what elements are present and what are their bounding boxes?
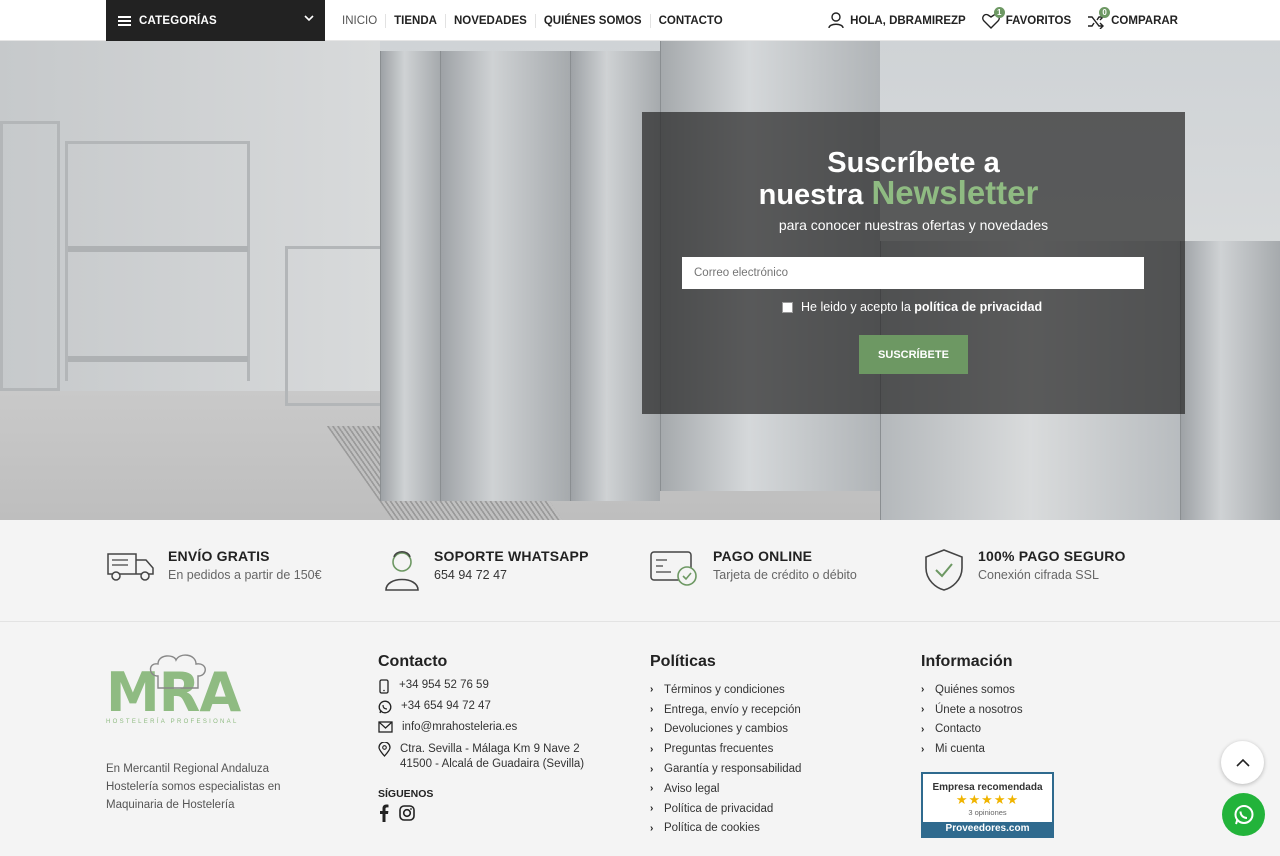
hero-banner: Suscríbete a nuestra Newsletter para con… [0, 41, 1280, 520]
info-list: › Quiénes somos › Únete a nosotros › Contac… [921, 680, 1023, 759]
policy-link[interactable]: › Devoluciones y cambios [650, 720, 801, 740]
account-label: HOLA, DBRAMIREZP [850, 14, 966, 27]
nav-novedades[interactable]: NOVEDADES [444, 13, 535, 28]
favorites-link[interactable]: 1 FAVORITOS [981, 6, 1072, 29]
compare-count-badge: 0 [1099, 6, 1111, 18]
account-link[interactable]: HOLA, DBRAMIREZP [828, 12, 966, 29]
policy-link[interactable]: › Garantía y responsabilidad [650, 759, 801, 779]
site-header: CATEGORÍAS INICIO TIENDA NOVEDADES QUIÉN… [0, 0, 1280, 41]
policy-link[interactable]: › Política de cookies [650, 819, 801, 839]
contact-phone[interactable]: +34 954 52 76 59 [378, 679, 584, 700]
main-nav: INICIO TIENDA NOVEDADES QUIÉNES SOMOS CO… [334, 0, 731, 41]
facebook-icon[interactable] [379, 804, 389, 822]
social-links [379, 804, 415, 822]
policy-link[interactable]: › Preguntas frecuentes [650, 739, 801, 759]
contact-list: +34 954 52 76 59 +34 654 94 72 47 info@m… [378, 679, 584, 786]
proveedores-badge[interactable]: Empresa recomendada ★★★★★ 3 opiniones Pr… [921, 772, 1054, 838]
site-footer: MRA HOSTELERÍA PROFESIONAL En Mercantil … [0, 623, 1280, 856]
scroll-to-top-button[interactable] [1221, 741, 1264, 784]
policies-list: › Términos y condiciones › Entrega, envío … [650, 680, 801, 838]
categories-label: CATEGORÍAS [139, 14, 217, 27]
instagram-icon[interactable] [399, 805, 415, 821]
newsletter-highlight: Newsletter [871, 174, 1039, 211]
nav-inicio[interactable]: INICIO [334, 14, 385, 28]
header-actions: HOLA, DBRAMIREZP 1 FAVORITOS 0 COMPARAR [828, 0, 1178, 41]
support-agent-icon [385, 550, 419, 591]
privacy-consent: He leido y acepto la política de privaci… [782, 300, 1042, 314]
map-pin-icon [378, 742, 391, 757]
shield-check-icon [925, 549, 963, 591]
policy-link[interactable]: › Aviso legal [650, 779, 801, 799]
compare-label: COMPARAR [1111, 14, 1178, 27]
feature-online-payment: PAGO ONLINE Tarjeta de crédito o débito [649, 548, 857, 588]
policy-link[interactable]: › Entrega, envío y recepción [650, 700, 801, 720]
rating-stars: ★★★★★ [955, 792, 1020, 807]
contact-address: Ctra. Sevilla - Málaga Km 9 Nave 2 41500 … [378, 742, 584, 786]
subscribe-button[interactable]: SUSCRÍBETE [859, 335, 968, 374]
steel-shelf-rack [65, 141, 250, 381]
mra-logo[interactable]: MRA HOSTELERÍA PROFESIONAL [106, 654, 241, 725]
info-link[interactable]: › Contacto [921, 720, 1023, 740]
feature-whatsapp-support: SOPORTE WHATSAPP 654 94 72 47 [382, 548, 589, 592]
newsletter-subtitle: para conocer nuestras ofertas y novedade… [778, 217, 1049, 233]
chevron-down-icon [304, 15, 314, 22]
feature-secure-payment: 100% PAGO SEGURO Conexión cifrada SSL [922, 548, 1126, 592]
info-link[interactable]: › Quiénes somos [921, 680, 1023, 700]
about-text: En Mercantil Regional Andaluza Hostelerí… [106, 763, 281, 811]
menu-icon [118, 15, 131, 26]
feature-free-shipping: ENVÍO GRATIS En pedidos a partir de 150€ [106, 548, 322, 584]
favorites-count-badge: 1 [993, 6, 1005, 18]
follow-label: SÍGUENOS [378, 788, 434, 800]
features-bar: ENVÍO GRATIS En pedidos a partir de 150€ … [0, 520, 1280, 622]
nav-quienes-somos[interactable]: QUIÉNES SOMOS [534, 13, 650, 28]
info-title: Información [921, 653, 1013, 670]
favorites-label: FAVORITOS [1005, 14, 1072, 27]
newsletter-email-input[interactable] [682, 257, 1144, 289]
privacy-policy-link[interactable]: política de privacidad [914, 300, 1042, 314]
whatsapp-chat-button[interactable] [1222, 793, 1265, 836]
credit-card-icon [650, 551, 697, 586]
nav-tienda[interactable]: TIENDA [385, 13, 445, 28]
nav-contacto[interactable]: CONTACTO [649, 13, 731, 28]
mobile-phone-icon [379, 679, 389, 694]
truck-icon [107, 553, 154, 581]
chef-hat-icon [149, 654, 206, 689]
chevron-up-icon [1235, 758, 1250, 767]
policy-link[interactable]: › Política de privacidad [650, 799, 801, 819]
user-icon [828, 12, 844, 29]
policy-link[interactable]: › Términos y condiciones [650, 680, 801, 700]
compare-link[interactable]: 0 COMPARAR [1087, 6, 1178, 29]
contact-title: Contacto [378, 653, 448, 670]
info-link[interactable]: › Únete a nosotros [921, 700, 1023, 720]
newsletter-title: Suscríbete a nuestra Newsletter [758, 147, 1039, 211]
info-link[interactable]: › Mi cuenta [921, 739, 1023, 759]
privacy-checkbox[interactable] [782, 301, 793, 313]
envelope-icon [378, 721, 393, 733]
contact-email[interactable]: info@mrahosteleria.es [378, 721, 584, 742]
policies-title: Políticas [650, 653, 716, 670]
whatsapp-icon [1234, 804, 1253, 824]
whatsapp-icon [378, 700, 392, 714]
contact-whatsapp[interactable]: +34 654 94 72 47 [378, 700, 584, 721]
categories-button[interactable]: CATEGORÍAS [106, 0, 325, 41]
